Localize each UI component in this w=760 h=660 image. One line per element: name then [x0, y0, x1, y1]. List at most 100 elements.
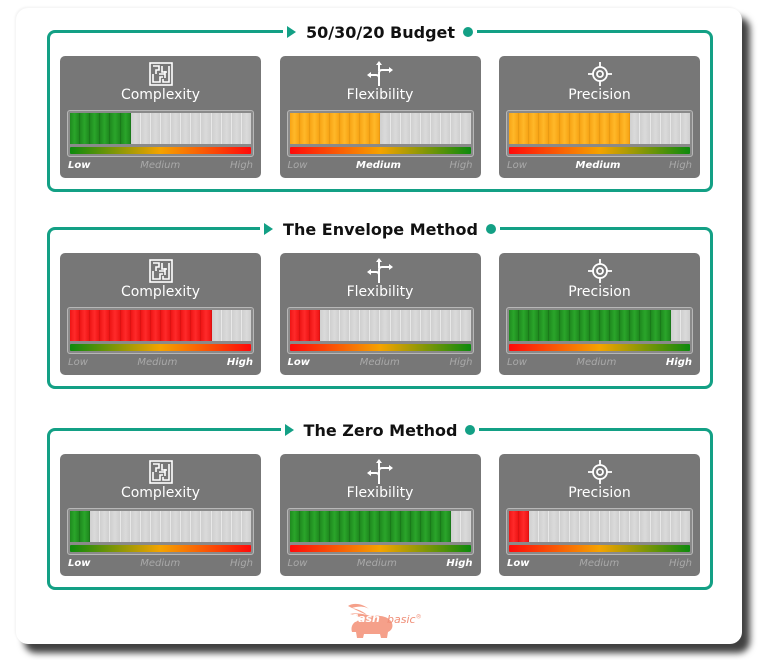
level-label-high: High	[230, 558, 253, 569]
gauge-segment	[360, 511, 371, 542]
gauge-segment	[660, 511, 671, 542]
level-label-high: High	[669, 558, 692, 569]
gauge-segment	[630, 113, 641, 144]
arrow-right-icon	[284, 424, 294, 436]
level-label-low: Low	[287, 160, 308, 171]
gauge-segment	[549, 310, 560, 341]
gauge-bar	[289, 113, 471, 144]
gauge-segment	[100, 310, 111, 341]
gauge-segment	[319, 113, 330, 144]
gauge-segment	[650, 511, 661, 542]
level-labels: Low Medium High	[507, 558, 692, 569]
gauge-segment	[130, 113, 141, 144]
gauge-segment	[221, 310, 232, 341]
gauge-segment	[431, 310, 442, 341]
gauge-segment	[519, 511, 530, 542]
gauge-segment	[191, 511, 202, 542]
gauge-segment	[150, 310, 161, 341]
gauge-segment	[370, 113, 381, 144]
gauge-segment	[80, 511, 91, 542]
gauge-segment	[110, 113, 121, 144]
level-label-medium: Medium	[359, 357, 400, 368]
level-label-low: Low	[507, 160, 527, 171]
gauge-segment	[539, 113, 550, 144]
gauge-segment	[120, 113, 131, 144]
gauge-segment	[620, 310, 631, 341]
gauge-segment	[201, 511, 212, 542]
color-scale-bar	[289, 344, 471, 351]
gauge-segment	[90, 511, 101, 542]
gauge-panel-flexibility: Flexibility Low Medium High	[279, 253, 481, 375]
gauge-segment	[80, 310, 91, 341]
gauge-segment	[559, 113, 570, 144]
gauge-segment	[360, 113, 371, 144]
level-label-high: High	[226, 357, 253, 368]
gauge-segment	[299, 113, 310, 144]
color-scale-bar	[70, 147, 251, 154]
gauge-segment	[370, 511, 381, 542]
gauge-segment	[231, 310, 242, 341]
level-label-medium: Medium	[137, 357, 178, 368]
gauge-segment	[181, 310, 192, 341]
crossroads-arrows-icon	[367, 459, 393, 485]
panel-label: Flexibility	[346, 284, 414, 300]
gauge-segment	[620, 113, 631, 144]
gauge-segment	[509, 113, 520, 144]
gauge-segment	[241, 310, 251, 341]
gauge-segment	[329, 511, 341, 542]
gauge-segment	[390, 511, 401, 542]
level-label-medium: Medium	[579, 558, 620, 569]
gauge-panel-flexibility: Flexibility Low Medium High	[279, 454, 481, 576]
gauge-segment	[231, 113, 242, 144]
level-label-high: High	[669, 160, 692, 171]
logo-basic-text: basic®	[387, 613, 422, 626]
level-label-high: High	[449, 160, 473, 171]
gauge-segment	[319, 310, 330, 341]
target-crosshair-icon	[587, 61, 613, 87]
gauge-segment	[549, 113, 560, 144]
level-labels: Low Medium High	[507, 160, 692, 171]
gauge-segment	[559, 511, 570, 542]
gauge-segment	[660, 310, 671, 341]
crossroads-arrows-icon	[367, 61, 393, 87]
level-label-low: Low	[68, 357, 88, 368]
method-section: The Envelope Method Complexity Low Medium…	[47, 219, 713, 389]
gauge-segment	[640, 113, 651, 144]
level-label-medium: Medium	[356, 558, 397, 569]
logo-basic-word: basic	[387, 613, 416, 626]
gauge-segment	[569, 511, 580, 542]
level-label-high: High	[449, 357, 473, 368]
gauge-segment	[589, 113, 600, 144]
level-label-high: High	[665, 357, 692, 368]
gauge-panel-complexity: Complexity Low Medium High	[60, 454, 261, 576]
gauge-segment	[380, 511, 391, 542]
gauge-segment	[309, 511, 320, 542]
segmented-gauge	[286, 508, 474, 555]
gauge-panel-precision: Precision Low Medium High	[499, 56, 700, 178]
gauge-panels: Complexity Low Medium High Flexibility Low…	[60, 253, 700, 375]
section-title-wrap: The Envelope Method	[260, 219, 500, 239]
level-label-low: Low	[68, 160, 91, 171]
level-label-low: Low	[507, 558, 530, 569]
level-label-medium: Medium	[140, 558, 181, 569]
gauge-segment	[451, 310, 462, 341]
section-title-row: The Zero Method	[50, 417, 710, 443]
gauge-segment	[289, 113, 300, 144]
maze-icon	[148, 258, 174, 284]
logo-registered-mark: ®	[415, 613, 422, 621]
maze-icon	[148, 459, 174, 485]
color-scale-bar	[509, 545, 690, 552]
gauge-segment	[509, 511, 520, 542]
gauge-segment	[130, 511, 141, 542]
gauge-segment	[640, 310, 651, 341]
gauge-segment	[400, 511, 411, 542]
gauge-segment	[569, 310, 580, 341]
section-title-wrap: The Zero Method	[280, 420, 480, 440]
gauge-segment	[350, 113, 361, 144]
gauge-bar	[289, 511, 471, 542]
gauge-panels: Complexity Low Medium High Flexibility Low…	[60, 56, 700, 178]
panel-label: Precision	[568, 485, 631, 501]
maze-icon	[148, 61, 174, 87]
gauge-bar	[70, 511, 251, 542]
gauge-segment	[441, 511, 452, 542]
